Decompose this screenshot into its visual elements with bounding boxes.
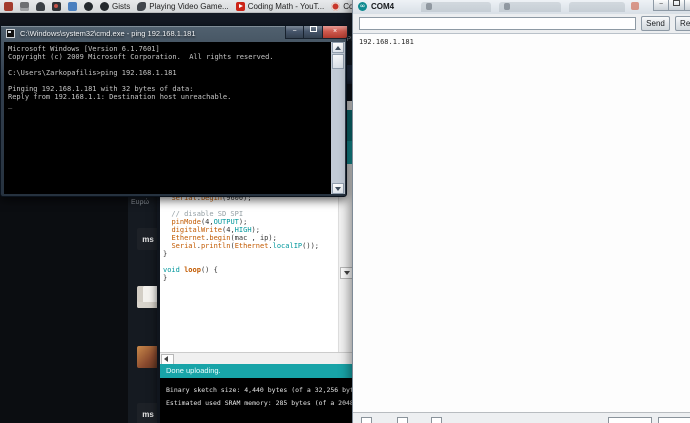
maximize-button[interactable] [304, 26, 323, 39]
serial-monitor-titlebar[interactable]: ∞ COM4 − [353, 0, 690, 15]
serial-output-area[interactable]: 192.168.1.181 [353, 33, 690, 413]
sketch-thumbnail[interactable] [137, 286, 159, 308]
desktop: Gists Playing Video Game... Coding Math - … [0, 0, 690, 423]
maximize-icon [309, 26, 317, 32]
terminal-line: Microsoft Windows [Version 6.1.7601] [8, 45, 160, 53]
bookmark-item[interactable] [20, 1, 29, 11]
console-line: Binary sketch size: 4,440 bytes (of a 32… [166, 386, 393, 394]
github-icon [84, 1, 93, 11]
serial-monitor-title: COM4 [371, 2, 395, 11]
webpage-sidebar-heading: Ευρώ [131, 199, 149, 206]
ghost-favicon [631, 2, 639, 10]
send-button[interactable]: Send [641, 16, 670, 31]
baud-rate-select[interactable] [658, 417, 690, 423]
terminal-line: Copyright (c) 2009 Microsoft Corporation… [8, 53, 274, 61]
scroll-down-arrow-icon[interactable] [332, 183, 344, 194]
upload-status-bar: Done uploading. [160, 364, 357, 378]
msn-logo: ms [142, 234, 154, 244]
close-button[interactable] [685, 0, 690, 11]
code-line: digitalWrite(4,HIGH); [171, 226, 260, 234]
bookmark-item[interactable]: Gists [100, 1, 131, 11]
code-line: } [163, 274, 168, 282]
serial-monitor-window: ∞ COM4 − Send Reset 192.168.1.181 [352, 0, 690, 423]
msn-logo: ms [142, 409, 154, 419]
minimize-button[interactable]: − [653, 0, 669, 11]
terminal-output: Microsoft Windows [Version 6.1.7601] Copy… [8, 45, 274, 109]
serial-monitor-bottombar [353, 412, 690, 423]
printer-icon [20, 1, 29, 11]
ide-console: Binary sketch size: 4,440 bytes (of a 32… [160, 378, 409, 423]
cmd-titlebar[interactable]: C:\Windows\system32\cmd.exe - ping 192.1… [1, 26, 348, 42]
bookmark-item[interactable] [68, 1, 77, 11]
line-ending-select[interactable] [608, 417, 652, 423]
cmd-scrollbar[interactable] [331, 42, 345, 194]
cmd-icon [6, 29, 15, 38]
ghost-padlock-icon [504, 3, 510, 10]
serial-output-text: 192.168.1.181 [359, 38, 414, 46]
maximize-button[interactable] [669, 0, 685, 11]
bookmark-label: Gists [112, 1, 131, 11]
scrollbar-thumb[interactable] [332, 54, 344, 69]
code-line: pinMode(4,OUTPUT); [171, 218, 248, 226]
bookmark-item[interactable] [84, 1, 93, 11]
code-line: Serial.println(Ethernet.localIP()); [171, 242, 319, 250]
ghost-tab [569, 2, 625, 12]
arduino-sketch-code: Serial.begin(9600); // disable SD SPI pi… [163, 194, 319, 282]
cmd-terminal[interactable]: Microsoft Windows [Version 6.1.7601] Copy… [4, 42, 331, 194]
cmd-window-title: C:\Windows\system32\cmd.exe - ping 192.1… [20, 29, 196, 38]
serial-input-row: Send Reset [353, 14, 690, 33]
option-checkbox[interactable] [431, 417, 442, 423]
cmd-window: C:\Windows\system32\cmd.exe - ping 192.1… [0, 25, 348, 197]
timestamp-checkbox[interactable] [397, 417, 408, 423]
msn-thumbnail[interactable]: ms [137, 228, 159, 250]
youtube-icon [235, 1, 245, 11]
bookmark-item[interactable]: Coding Math - YouT... [235, 1, 325, 11]
code-line: // disable SD SPI [163, 210, 244, 218]
msn-thumbnail[interactable]: ms [137, 403, 159, 423]
maximize-icon [673, 0, 680, 6]
badge-icon [331, 1, 341, 11]
scroll-up-arrow-icon[interactable] [332, 42, 344, 53]
autoscroll-checkbox[interactable] [361, 417, 372, 423]
ghost-padlock-icon [426, 3, 432, 10]
person-icon [36, 1, 45, 11]
bookmark-item[interactable] [52, 1, 61, 11]
camera-icon [52, 1, 61, 11]
bookmark-item[interactable]: Playing Video Game... [137, 1, 229, 11]
terminal-line: Pinging 192.168.1.181 with 32 bytes of d… [8, 85, 194, 93]
terminal-line: _ [8, 101, 13, 109]
album-icon [68, 1, 77, 11]
bookmark-item[interactable] [36, 1, 45, 11]
github-icon [100, 1, 109, 11]
terminal-line: C:\Users\Zarkopafilis>ping 192.168.1.181 [8, 69, 177, 77]
console-line: Estimated used SRAM memory: 285 bytes (o… [166, 399, 409, 407]
app-icon [4, 1, 13, 11]
bookmark-label: Playing Video Game... [149, 1, 229, 11]
arduino-icon: ∞ [358, 2, 367, 11]
terminal-line: Reply from 192.168.1.1: Destination host… [8, 93, 232, 101]
minimize-button[interactable]: − [285, 26, 304, 39]
code-line: void loop() { [163, 266, 218, 274]
code-line: } [163, 250, 168, 258]
close-button[interactable]: × [323, 26, 348, 39]
serial-input[interactable] [359, 17, 636, 30]
reset-button[interactable]: Reset [675, 16, 690, 31]
photo-thumbnail[interactable] [137, 346, 159, 368]
rocket-icon [137, 1, 147, 11]
code-line: Ethernet.begin(mac , ip); [171, 234, 277, 242]
bookmark-label: Coding Math - YouT... [247, 1, 325, 11]
bookmark-item[interactable] [4, 1, 13, 11]
